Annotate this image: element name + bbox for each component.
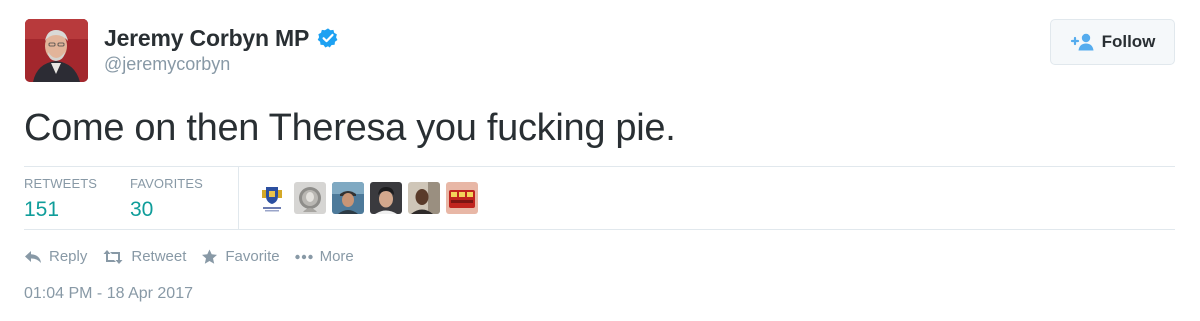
favoriter-avatar-red-bus[interactable] xyxy=(446,182,478,214)
retweets-stat[interactable]: RETWEETS 151 xyxy=(24,176,97,222)
reply-label: Reply xyxy=(49,248,88,265)
retweets-count: 151 xyxy=(24,198,60,221)
user-name-row: Jeremy Corbyn MP xyxy=(104,24,339,52)
favoriter-avatar-man-cap[interactable] xyxy=(332,182,364,214)
favoriters-list xyxy=(256,182,484,214)
user-avatar[interactable] xyxy=(25,19,88,82)
favoriter-avatar-statue[interactable] xyxy=(294,182,326,214)
favorites-count: 30 xyxy=(130,198,154,221)
favorites-label: FAVORITES xyxy=(130,176,203,191)
stats-bottom-divider xyxy=(24,229,1175,230)
tweet-actions: Reply Retweet Favorite More xyxy=(24,248,369,265)
retweet-button[interactable]: Retweet xyxy=(102,248,186,265)
user-handle[interactable]: @jeremycorbyn xyxy=(104,54,230,75)
reply-button[interactable]: Reply xyxy=(24,248,87,265)
more-button[interactable]: More xyxy=(294,248,354,265)
favorite-label: Favorite xyxy=(225,248,280,265)
follow-user-icon xyxy=(1070,33,1094,51)
stats-vertical-divider xyxy=(238,166,239,229)
favorites-stat[interactable]: FAVORITES 30 xyxy=(130,176,203,222)
verified-badge-icon xyxy=(317,28,338,48)
retweets-label: RETWEETS xyxy=(24,176,98,191)
tweet-timestamp[interactable]: 01:04 PM - 18 Apr 2017 xyxy=(24,285,193,303)
favoriter-avatar-man-dark-hair[interactable] xyxy=(370,182,402,214)
favoriter-avatar-man-dark-skin[interactable] xyxy=(408,182,440,214)
follow-button[interactable]: Follow xyxy=(1050,19,1175,65)
retweet-icon xyxy=(103,249,123,264)
tweet-text: Come on then Theresa you fucking pie. xyxy=(24,107,676,149)
star-icon xyxy=(202,249,218,264)
display-name[interactable]: Jeremy Corbyn MP xyxy=(104,25,309,52)
stats-top-divider xyxy=(24,166,1175,167)
favorite-button[interactable]: Favorite xyxy=(201,248,280,265)
more-label: More xyxy=(319,248,354,265)
follow-label: Follow xyxy=(1101,32,1156,51)
more-dots-icon xyxy=(294,254,313,259)
favoriter-avatar-crest[interactable] xyxy=(256,182,288,214)
reply-icon xyxy=(25,250,41,263)
retweet-label: Retweet xyxy=(131,248,187,265)
